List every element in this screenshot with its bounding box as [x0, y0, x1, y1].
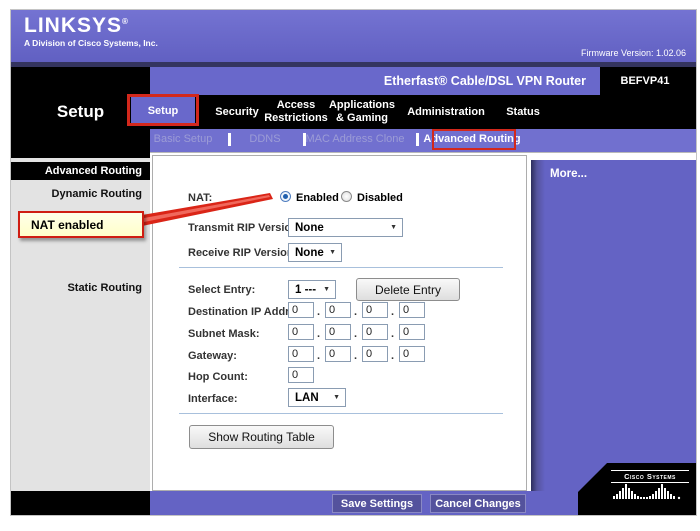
select-entry-label: Select Entry:: [188, 284, 255, 296]
destination-ip-octet-1[interactable]: [288, 302, 314, 318]
ip-dot: .: [317, 350, 320, 362]
transmit-rip-value: None: [295, 222, 324, 234]
tab-security[interactable]: Security: [206, 95, 268, 129]
destination-ip-octet-3[interactable]: [362, 302, 388, 318]
cisco-systems-logo: Cisco Systems: [611, 470, 689, 500]
receive-rip-value: None: [295, 247, 324, 259]
sidebar: [11, 158, 150, 491]
tab-setup[interactable]: Setup: [131, 97, 195, 126]
nat-disabled-radio[interactable]: [341, 191, 352, 202]
cancel-changes-button[interactable]: Cancel Changes: [430, 494, 526, 513]
cisco-bridge-icon: [611, 483, 689, 500]
linksys-logo-text: LINKSYS: [24, 14, 122, 37]
receive-rip-select[interactable]: None ▼: [288, 243, 342, 262]
tab-administration[interactable]: Administration: [408, 95, 484, 129]
registered-mark: ®: [122, 17, 129, 26]
page-title: Setup: [11, 96, 150, 128]
select-entry-value: 1 ---: [295, 284, 316, 296]
ip-dot: .: [354, 350, 357, 362]
ip-dot: .: [354, 306, 357, 318]
subnav-basic-setup[interactable]: Basic Setup: [150, 133, 216, 148]
cisco-logo-text: Cisco Systems: [611, 470, 689, 483]
subnet-mask-label: Subnet Mask:: [188, 328, 260, 340]
chevron-down-icon: ▼: [329, 249, 336, 256]
gateway-label: Gateway:: [188, 350, 237, 362]
tab-status[interactable]: Status: [488, 95, 558, 129]
gateway-octet-3[interactable]: [362, 346, 388, 362]
ip-dot: .: [391, 306, 394, 318]
receive-rip-label: Receive RIP Version:: [188, 247, 297, 259]
gateway-octet-1[interactable]: [288, 346, 314, 362]
sidebar-label-dynamic-routing: Dynamic Routing: [11, 188, 142, 200]
hop-count-input[interactable]: [288, 367, 314, 383]
subnet-mask-octet-4[interactable]: [399, 324, 425, 340]
subnav-mac-address-clone[interactable]: MAC Address Clone: [305, 133, 405, 148]
sidebar-label-static-routing: Static Routing: [11, 282, 142, 294]
subnet-mask-octet-2[interactable]: [325, 324, 351, 340]
ip-dot: .: [391, 350, 394, 362]
subnet-mask-octet-3[interactable]: [362, 324, 388, 340]
help-panel: More...: [531, 160, 696, 491]
subnav-advanced-routing[interactable]: Advanced Routing: [422, 133, 522, 148]
subnav-ddns[interactable]: DDNS: [240, 133, 290, 148]
show-routing-table-button[interactable]: Show Routing Table: [189, 425, 334, 449]
interface-select[interactable]: LAN ▼: [288, 388, 346, 407]
firmware-version: Firmware Version: 1.02.06: [581, 48, 686, 58]
model-number: BEFVP41: [600, 67, 690, 95]
annotation-arrow: [142, 188, 282, 233]
chevron-down-icon: ▼: [333, 394, 340, 401]
gateway-octet-2[interactable]: [325, 346, 351, 362]
interface-label: Interface:: [188, 393, 238, 405]
ip-dot: .: [317, 306, 320, 318]
chevron-down-icon: ▼: [390, 224, 397, 231]
router-admin-screen: LINKSYS® A Division of Cisco Systems, In…: [0, 0, 700, 531]
destination-ip-octet-2[interactable]: [325, 302, 351, 318]
nat-disabled-label: Disabled: [357, 192, 403, 204]
ip-dot: .: [391, 328, 394, 340]
chevron-down-icon: ▼: [323, 286, 330, 293]
linksys-logo: LINKSYS® A Division of Cisco Systems, In…: [24, 15, 158, 48]
sidebar-section-advanced-routing: Advanced Routing: [11, 162, 150, 180]
ip-dot: .: [317, 328, 320, 340]
select-entry-select[interactable]: 1 --- ▼: [288, 280, 336, 299]
transmit-rip-select[interactable]: None ▼: [288, 218, 403, 237]
sidebar-header-filler: [11, 129, 150, 158]
tab-applications-gaming[interactable]: Applications & Gaming: [328, 95, 396, 129]
subnav-separator: [228, 133, 231, 146]
header: LINKSYS® A Division of Cisco Systems, In…: [11, 10, 696, 62]
gateway-octet-4[interactable]: [399, 346, 425, 362]
section-divider: [179, 413, 503, 414]
section-divider: [179, 267, 503, 268]
delete-entry-button[interactable]: Delete Entry: [356, 278, 460, 301]
subnet-mask-octet-1[interactable]: [288, 324, 314, 340]
footer-left-filler: [11, 491, 150, 515]
annotation-callout-nat-enabled: NAT enabled: [18, 211, 144, 238]
tab-access-restrictions[interactable]: Access Restrictions: [264, 95, 328, 129]
ip-dot: .: [354, 328, 357, 340]
linksys-tagline: A Division of Cisco Systems, Inc.: [24, 39, 158, 48]
more-link[interactable]: More...: [550, 168, 587, 180]
save-settings-button[interactable]: Save Settings: [332, 494, 422, 513]
subnav-separator: [416, 133, 419, 146]
product-name: Etherfast® Cable/DSL VPN Router: [150, 67, 600, 95]
nat-enabled-label: Enabled: [296, 192, 339, 204]
destination-ip-octet-4[interactable]: [399, 302, 425, 318]
interface-value: LAN: [295, 392, 319, 404]
hop-count-label: Hop Count:: [188, 371, 248, 383]
